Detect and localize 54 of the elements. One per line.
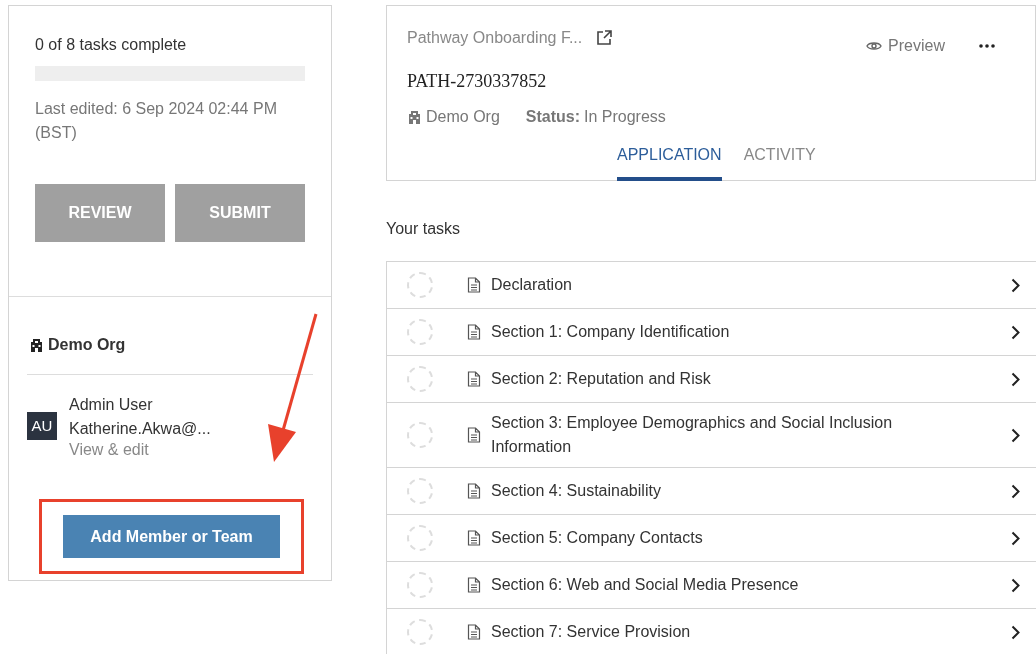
task-row[interactable]: Section 1: Company Identification — [387, 309, 1036, 356]
document-icon — [467, 530, 481, 546]
document-icon — [467, 324, 481, 340]
org-label: Demo Org — [426, 107, 500, 127]
more-icon[interactable] — [979, 44, 995, 48]
status-value: In Progress — [584, 107, 666, 127]
task-label: Section 7: Service Provision — [491, 622, 692, 642]
chevron-right-icon — [1011, 427, 1020, 443]
eye-icon — [866, 40, 883, 52]
chevron-right-icon — [1011, 530, 1020, 546]
task-label: Declaration — [491, 275, 573, 295]
chevron-right-icon — [1011, 277, 1020, 293]
document-icon — [467, 624, 481, 640]
chevron-right-icon — [1011, 483, 1020, 499]
member-name: Admin User — [69, 395, 154, 415]
preview-button[interactable]: Preview — [866, 34, 945, 58]
member-email: Katherine.Akwa@... — [69, 419, 211, 439]
task-label: Section 4: Sustainability — [491, 481, 662, 501]
org-name: Demo Org — [48, 335, 126, 355]
chevron-right-icon — [1011, 624, 1020, 640]
progress-summary: 0 of 8 tasks complete — [35, 35, 188, 55]
task-row[interactable]: Section 6: Web and Social Media Presence — [387, 562, 1036, 609]
view-edit-link[interactable]: View & edit — [69, 441, 211, 459]
document-icon — [467, 577, 481, 593]
task-row[interactable]: Section 5: Company Contacts — [387, 515, 1036, 562]
task-row[interactable]: Section 2: Reputation and Risk — [387, 356, 1036, 403]
tab[interactable]: APPLICATION — [617, 143, 722, 181]
document-icon — [467, 371, 481, 387]
last-edited-text: Last edited: 6 Sep 2024 02:44 PM (BST) — [35, 99, 278, 143]
document-icon — [467, 277, 481, 293]
document-icon — [467, 427, 481, 443]
status-label: Status: — [525, 107, 581, 127]
add-member-button[interactable]: Add Member or Team — [63, 515, 280, 558]
document-icon — [467, 483, 481, 499]
task-row[interactable]: Section 4: Sustainability — [387, 468, 1036, 515]
chevron-right-icon — [1011, 324, 1020, 340]
task-label: Section 6: Web and Social Media Presence — [491, 575, 800, 595]
chevron-right-icon — [1011, 371, 1020, 387]
tab[interactable]: ACTIVITY — [743, 143, 816, 181]
chevron-right-icon — [1011, 577, 1020, 593]
task-row[interactable]: Section 7: Service Provision — [387, 609, 1036, 654]
avatar-initials: AU — [27, 412, 57, 440]
task-label: Section 5: Company Contacts — [491, 528, 704, 548]
task-label: Section 3: Employee Demographics and Social Inclusion Information — [491, 413, 894, 457]
task-row[interactable]: Declaration — [387, 262, 1036, 309]
form-title: Pathway Onboarding F... — [407, 28, 583, 48]
building-icon — [29, 337, 44, 353]
task-label: Section 2: Reputation and Risk — [491, 369, 712, 389]
reference-number: PATH-2730337852 — [407, 70, 548, 93]
task-row[interactable]: Section 3: Employee Demographics and Social Inclusion Information — [387, 403, 1036, 468]
external-link-icon[interactable] — [596, 30, 613, 46]
tasks-heading: Your tasks — [386, 219, 462, 239]
building-icon — [407, 109, 422, 125]
task-label: Section 1: Company Identification — [491, 322, 731, 342]
